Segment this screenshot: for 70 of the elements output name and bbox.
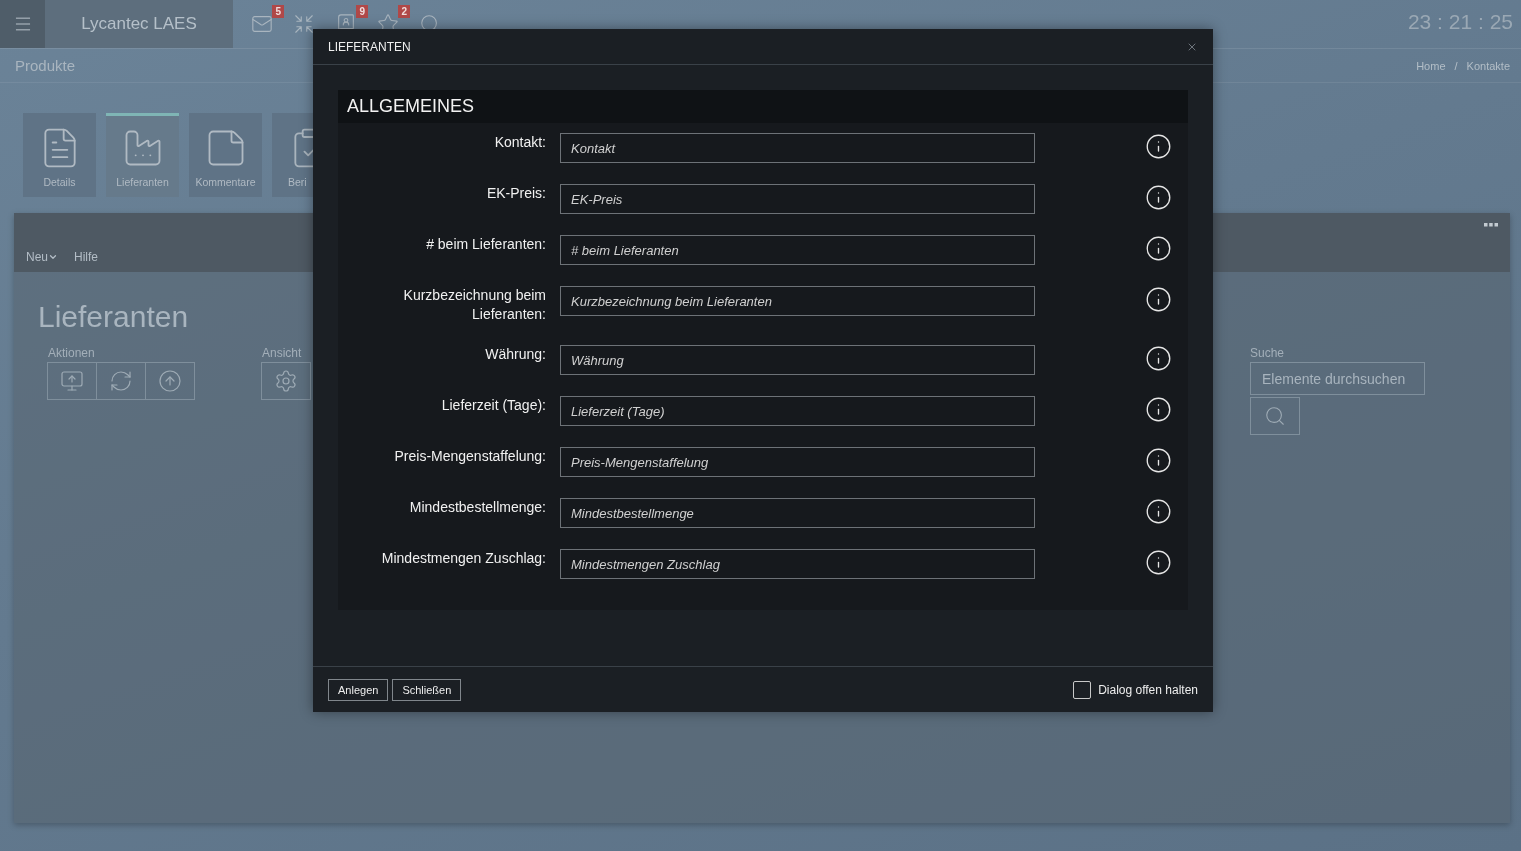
more-button[interactable] <box>1484 223 1498 227</box>
input-field[interactable]: Währung <box>560 345 1035 375</box>
mail-icon <box>251 13 273 35</box>
info-icon <box>1145 549 1172 576</box>
info-button[interactable] <box>1145 133 1172 160</box>
dialog-button[interactable]: Anlegen <box>328 678 389 701</box>
breadcrumb-separator: / <box>1454 59 1458 72</box>
field-label: Mindestmengen Zuschlag: <box>380 549 546 568</box>
search-field[interactable]: Elemente durchsuchen <box>1250 362 1425 395</box>
info-button[interactable] <box>1145 447 1172 474</box>
info-icon <box>1145 235 1172 262</box>
info-button[interactable] <box>1145 345 1172 372</box>
checkbox[interactable] <box>1073 680 1092 699</box>
count-badge: 9 <box>356 5 368 18</box>
group-label: Aktionen <box>48 346 95 360</box>
field-label: Preis-Mengenstaffelung: <box>393 447 546 466</box>
input-field[interactable]: Preis-Mengenstaffelung <box>560 447 1035 477</box>
nav-tile[interactable]: Lieferanten <box>106 113 179 197</box>
count-badge: 2 <box>398 5 410 18</box>
input-field[interactable]: Lieferzeit (Tage) <box>560 396 1035 426</box>
field-label: Kurzbezeichnung beim Lieferanten: <box>402 286 546 324</box>
upload-icon <box>158 369 182 393</box>
monitor-icon <box>60 369 84 393</box>
nav-tile[interactable]: Kommentare <box>189 113 262 197</box>
info-icon <box>1145 286 1172 313</box>
info-icon <box>1145 345 1172 372</box>
refresh-icon <box>109 369 133 393</box>
breadcrumb-link[interactable]: Kontakte <box>1466 59 1510 72</box>
field-label: Kontakt: <box>493 133 546 152</box>
info-icon <box>1145 447 1172 474</box>
collapse-icon <box>293 13 315 35</box>
field-label: Mindestbestellmenge: <box>408 498 546 517</box>
info-button[interactable] <box>1145 286 1172 313</box>
input-field[interactable]: # beim Lieferanten <box>560 235 1035 265</box>
menu-item[interactable]: Hilfe <box>74 250 99 264</box>
more-icon <box>1484 223 1498 227</box>
input-field[interactable]: EK-Preis <box>560 184 1035 214</box>
input-field[interactable]: Kurzbezeichnung beim Lieferanten <box>560 286 1035 316</box>
dialog-title: LIEFERANTEN <box>328 39 411 54</box>
info-icon <box>1145 184 1172 211</box>
field-label: # beim Lieferanten: <box>425 235 546 254</box>
info-icon <box>1145 133 1172 160</box>
input-field[interactable]: Kontakt <box>560 133 1035 163</box>
count-badge: 5 <box>272 5 284 18</box>
nav-tile[interactable]: Details <box>23 113 96 197</box>
app-title: Lycantec LAES <box>45 0 233 48</box>
info-button[interactable] <box>1145 396 1172 423</box>
dialog-button[interactable]: Schließen <box>392 678 462 701</box>
group-label: Suche <box>1250 346 1285 360</box>
field-label: EK-Preis: <box>485 184 546 203</box>
input-field[interactable]: Mindestmengen Zuschlag <box>560 549 1035 579</box>
group-label: Ansicht <box>262 346 302 360</box>
caret-icon <box>48 252 58 262</box>
info-icon <box>1145 396 1172 423</box>
section-heading: Lieferanten <box>38 300 189 334</box>
page-title: Produkte <box>15 57 76 74</box>
info-button[interactable] <box>1145 184 1172 211</box>
field-label: Lieferzeit (Tage): <box>440 396 546 415</box>
checkbox-label: Dialog offen halten <box>1098 682 1198 697</box>
info-icon <box>1145 498 1172 525</box>
input-field[interactable]: Mindestbestellmenge <box>560 498 1035 528</box>
section-title: ALLGEMEINES <box>338 90 1188 123</box>
breadcrumb-link[interactable]: Home <box>1416 59 1446 72</box>
settings-icon <box>274 369 298 393</box>
info-button[interactable] <box>1145 549 1172 576</box>
info-button[interactable] <box>1145 498 1172 525</box>
info-button[interactable] <box>1145 235 1172 262</box>
field-label: Währung: <box>484 345 546 364</box>
menu-item[interactable]: Neu <box>26 250 58 264</box>
search-icon <box>1264 405 1286 427</box>
